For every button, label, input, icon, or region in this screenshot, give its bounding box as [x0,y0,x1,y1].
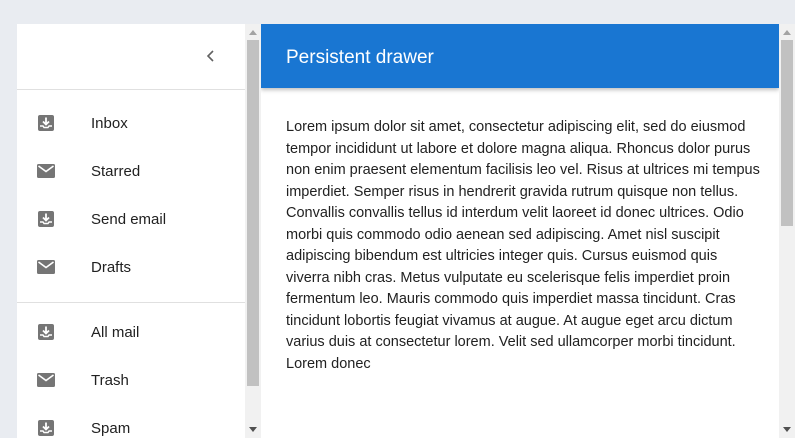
drawer-item-spam[interactable]: Spam [17,406,245,438]
move-to-inbox-icon [38,324,54,340]
scroll-up-arrow-icon[interactable] [783,30,791,35]
move-to-inbox-icon [38,211,54,227]
page-title: Persistent drawer [286,47,434,68]
move-to-inbox-icon [38,420,54,436]
drawer-item-inbox[interactable]: Inbox [17,101,245,149]
drawer-scrollbar-thumb[interactable] [247,40,259,386]
app-bar: Persistent drawer [261,24,779,88]
scroll-down-arrow-icon[interactable] [783,427,791,432]
drawer-divider [17,302,245,303]
drawer-item-label: All mail [91,324,140,341]
scroll-down-arrow-icon[interactable] [249,427,257,432]
drawer-item-label: Starred [91,163,141,180]
persistent-drawer: Inbox Starred Send email Drafts All mail… [17,24,245,438]
close-drawer-button[interactable] [199,44,223,68]
drawer-item-starred[interactable]: Starred [17,149,245,197]
drawer-item-label: Trash [91,372,129,389]
mail-icon [37,164,55,178]
drawer-list-primary: Inbox Starred Send email Drafts [17,90,245,293]
drawer-item-send-email[interactable]: Send email [17,197,245,245]
scroll-up-arrow-icon[interactable] [249,30,257,35]
drawer-list-secondary: All mail Trash Spam [17,310,245,438]
app-frame: Inbox Starred Send email Drafts All mail… [17,24,795,438]
mail-icon [37,373,55,387]
drawer-item-label: Drafts [91,259,132,276]
main-scrollbar-thumb[interactable] [781,40,793,226]
main-scrollbar[interactable] [779,24,795,438]
body-paragraph: Lorem ipsum dolor sit amet, consectetur … [286,119,760,372]
drawer-item-label: Send email [91,211,167,228]
chevron-left-icon [206,50,214,62]
main-content: Persistent drawer Lorem ipsum dolor sit … [261,24,779,438]
drawer-scrollbar[interactable] [245,24,261,438]
drawer-item-all-mail[interactable]: All mail [17,310,245,358]
move-to-inbox-icon [38,115,54,131]
drawer-item-label: Inbox [91,115,128,132]
drawer-item-trash[interactable]: Trash [17,358,245,406]
drawer-item-drafts[interactable]: Drafts [17,245,245,293]
drawer-item-label: Spam [91,420,131,437]
mail-icon [37,260,55,274]
drawer-header [17,24,245,90]
